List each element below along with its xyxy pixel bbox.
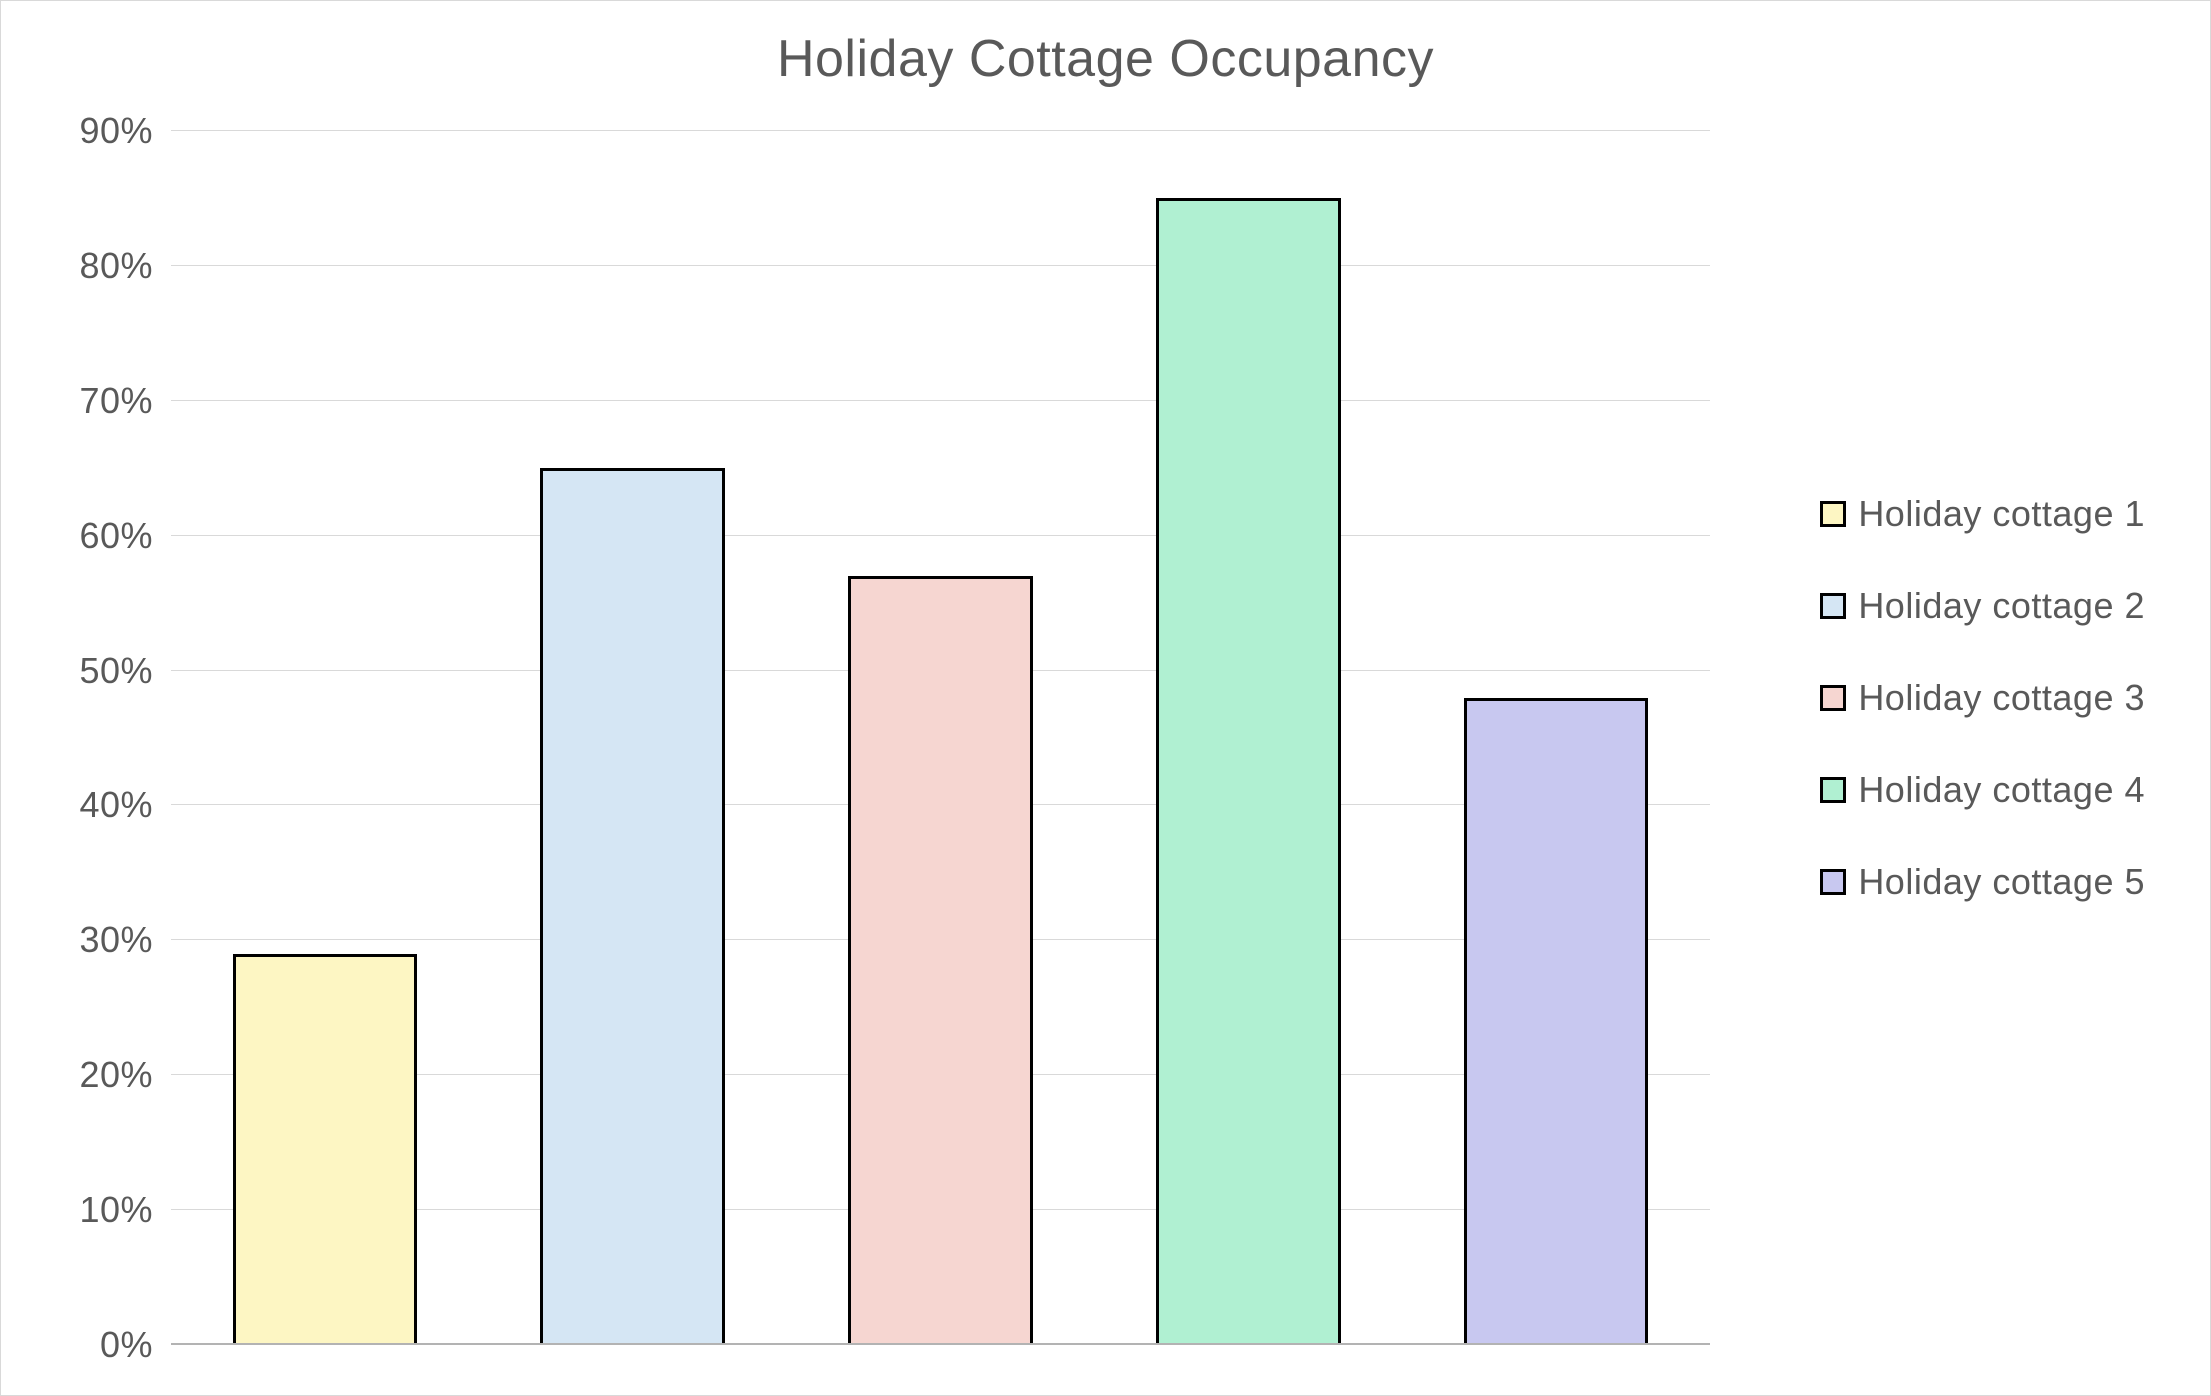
gridline-90	[171, 130, 1710, 131]
gridline-70	[171, 400, 1710, 401]
plot-area: 0% 10% 20% 30% 40% 50% 60% 70% 80% 90%	[171, 131, 1710, 1345]
legend-item-2: Holiday cottage 2	[1820, 585, 2145, 627]
y-tick-label-60: 60%	[79, 515, 171, 557]
x-axis-baseline	[171, 1343, 1710, 1345]
y-tick-label-50: 50%	[79, 650, 171, 692]
legend-label-5: Holiday cottage 5	[1858, 861, 2145, 903]
y-tick-label-70: 70%	[79, 380, 171, 422]
bar-cottage-4	[1156, 198, 1341, 1345]
bar-cottage-1	[233, 954, 418, 1345]
legend-label-1: Holiday cottage 1	[1858, 493, 2145, 535]
legend-swatch-1	[1820, 501, 1846, 527]
legend-item-3: Holiday cottage 3	[1820, 677, 2145, 719]
y-tick-label-20: 20%	[79, 1054, 171, 1096]
y-tick-label-30: 30%	[79, 919, 171, 961]
gridline-80	[171, 265, 1710, 266]
y-tick-label-80: 80%	[79, 245, 171, 287]
y-tick-label-10: 10%	[79, 1189, 171, 1231]
legend-swatch-3	[1820, 685, 1846, 711]
legend-item-4: Holiday cottage 4	[1820, 769, 2145, 811]
legend-swatch-4	[1820, 777, 1846, 803]
legend-item-1: Holiday cottage 1	[1820, 493, 2145, 535]
legend-swatch-5	[1820, 869, 1846, 895]
bar-cottage-2	[540, 468, 725, 1345]
legend-item-5: Holiday cottage 5	[1820, 861, 2145, 903]
bar-cottage-5	[1464, 698, 1649, 1345]
legend-label-3: Holiday cottage 3	[1858, 677, 2145, 719]
bar-cottage-3	[848, 576, 1033, 1345]
y-tick-label-40: 40%	[79, 784, 171, 826]
gridline-60	[171, 535, 1710, 536]
chart-legend: Holiday cottage 1 Holiday cottage 2 Holi…	[1820, 493, 2145, 903]
chart-frame: Holiday Cottage Occupancy 0% 10% 20% 30%…	[0, 0, 2211, 1396]
y-tick-label-90: 90%	[79, 110, 171, 152]
legend-swatch-2	[1820, 593, 1846, 619]
legend-label-4: Holiday cottage 4	[1858, 769, 2145, 811]
chart-title: Holiday Cottage Occupancy	[1, 29, 2210, 89]
legend-label-2: Holiday cottage 2	[1858, 585, 2145, 627]
y-tick-label-0: 0%	[100, 1324, 171, 1366]
